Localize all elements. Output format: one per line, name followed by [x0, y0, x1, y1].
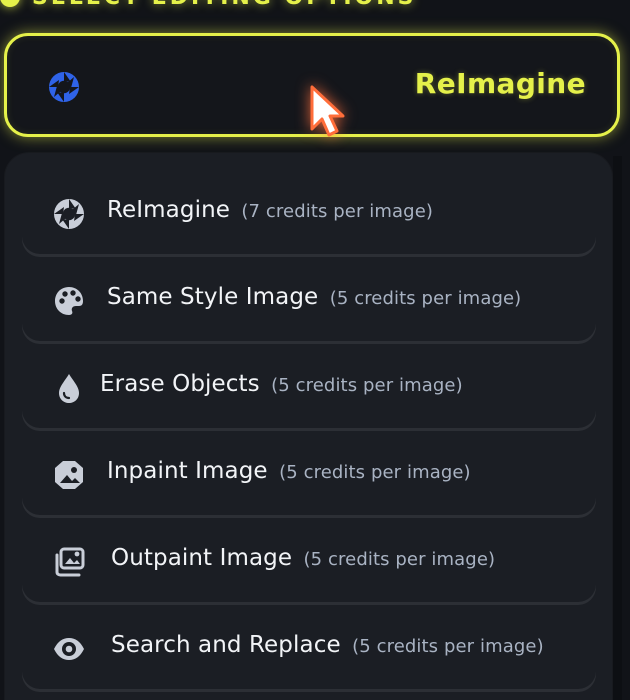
option-credits: (5 credits per image)	[279, 462, 471, 483]
eye-icon	[52, 632, 86, 666]
gear-icon	[0, 0, 20, 7]
option-credits: (5 credits per image)	[271, 375, 463, 396]
option-credits: (5 credits per image)	[303, 549, 496, 570]
editing-options-heading: SELECT EDITING OPTIONS	[0, 0, 417, 10]
mouse-pointer-icon	[310, 85, 345, 137]
option-label: Erase Objects (5 credits per image)	[100, 371, 463, 397]
palette-icon	[52, 284, 86, 318]
option-reimagine[interactable]: ReImagine (7 credits per image)	[22, 171, 596, 257]
option-credits: (5 credits per image)	[329, 288, 522, 309]
aperture-icon	[52, 197, 86, 231]
option-label: Search and Replace (5 credits per image)	[111, 632, 544, 658]
option-inpaint-image[interactable]: Inpaint Image (5 credits per image)	[22, 432, 596, 518]
option-label: Outpaint Image (5 credits per image)	[111, 545, 496, 571]
editing-options-dropdown: ReImagine (7 credits per image) Same Sty…	[5, 153, 612, 700]
images-stack-icon	[52, 545, 86, 579]
option-label: Inpaint Image (5 credits per image)	[107, 458, 471, 484]
droplet-icon	[52, 371, 86, 405]
option-erase-objects[interactable]: Erase Objects (5 credits per image)	[22, 345, 596, 431]
image-shield-icon	[52, 458, 86, 492]
heading-label: SELECT EDITING OPTIONS	[32, 0, 417, 10]
option-same-style-image[interactable]: Same Style Image (5 credits per image)	[22, 258, 596, 344]
selected-option-label: ReImagine	[414, 67, 586, 100]
option-credits: (7 credits per image)	[241, 201, 433, 222]
option-search-and-replace[interactable]: Search and Replace (5 credits per image)	[22, 606, 596, 692]
option-credits: (5 credits per image)	[352, 636, 544, 657]
option-label: ReImagine (7 credits per image)	[107, 197, 433, 223]
editing-options-screen: SELECT EDITING OPTIONS ReImagine ReImagi…	[0, 0, 630, 700]
dropdown-scrollbar[interactable]	[613, 156, 622, 700]
aperture-icon	[47, 70, 79, 102]
option-outpaint-image[interactable]: Outpaint Image (5 credits per image)	[22, 519, 596, 605]
option-label: Same Style Image (5 credits per image)	[107, 284, 522, 310]
